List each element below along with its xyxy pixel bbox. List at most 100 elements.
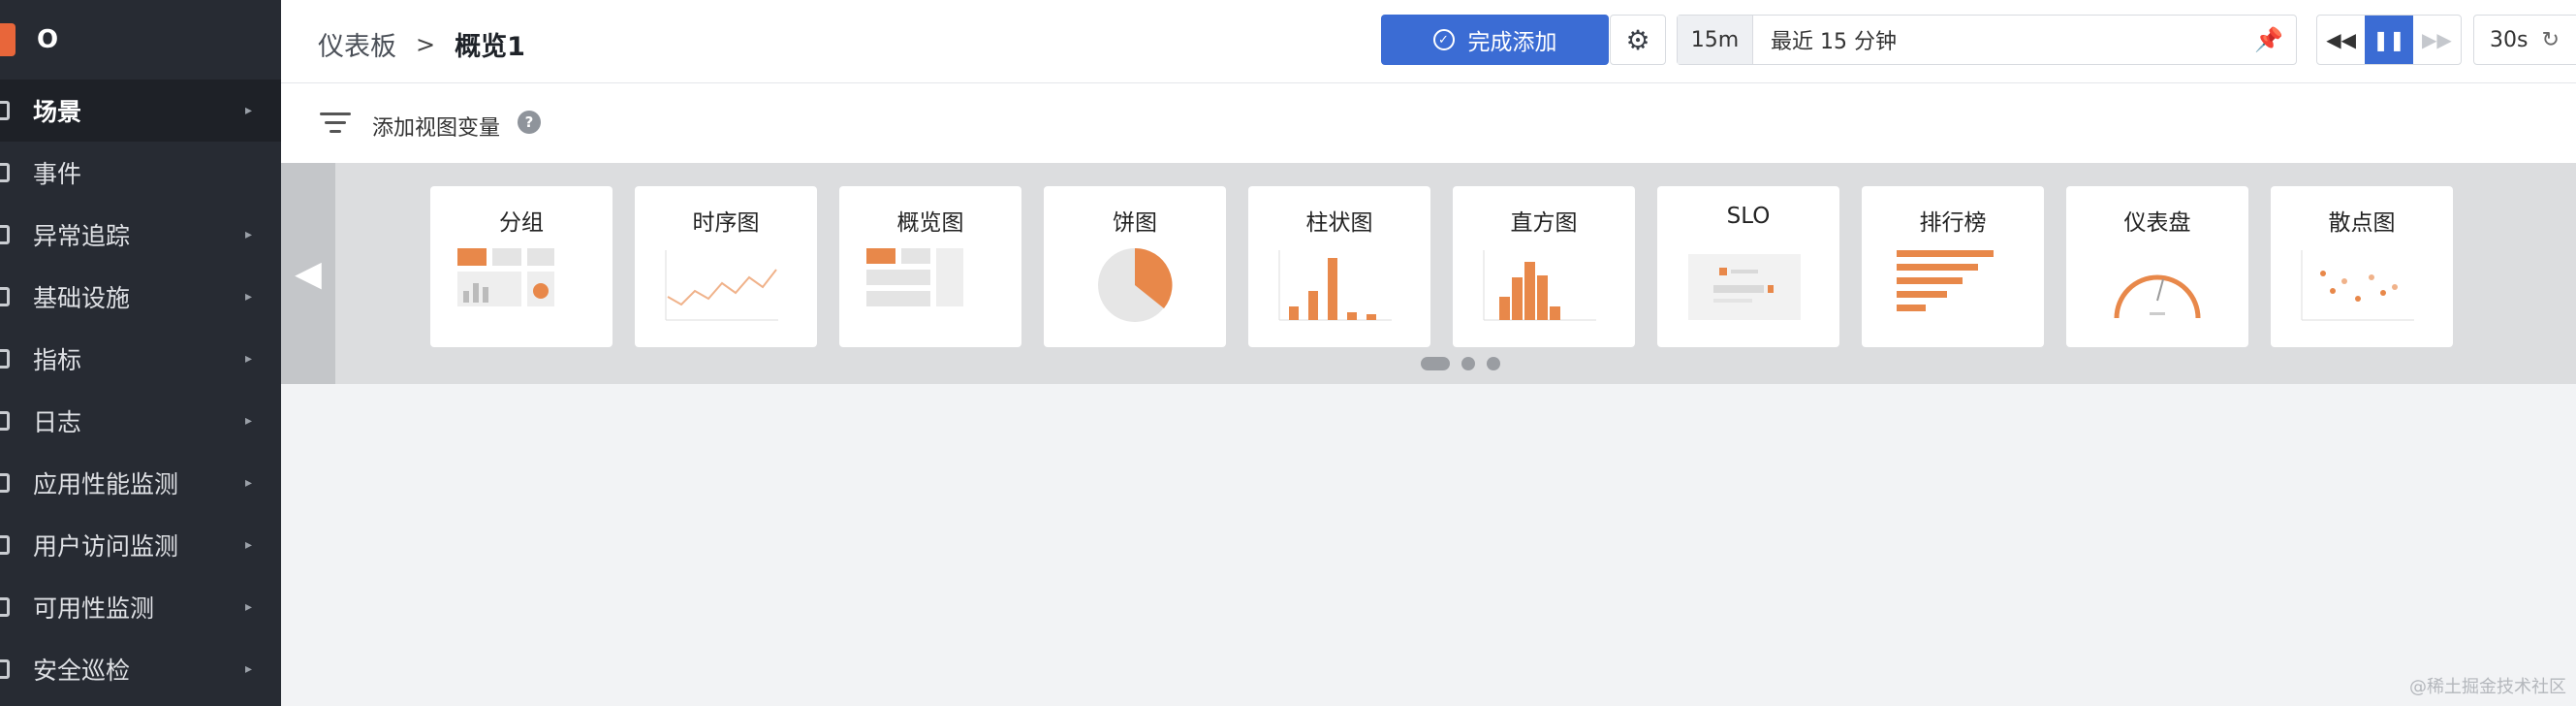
chevron-right-icon: ▸ [244, 599, 252, 615]
sidebar-item-label: 场景 [33, 98, 82, 126]
chart-card-label: 饼图 [1113, 210, 1157, 236]
menu-item-icon [0, 225, 10, 244]
scatter-thumbnail-icon [2301, 250, 2414, 321]
chevron-right-icon: ▸ [244, 537, 252, 553]
check-circle-icon: ✓ [1432, 29, 1455, 50]
time-range-picker[interactable]: 15m 最近 15 分钟 📌 [1677, 15, 2297, 65]
chart-card-overview[interactable]: 概览图 [839, 186, 1021, 347]
chevron-right-icon: ▸ [244, 103, 252, 118]
chart-card-label: 柱状图 [1305, 210, 1373, 236]
histogram-thumbnail-icon [1483, 250, 1596, 321]
menu-item-icon [0, 597, 10, 617]
settings-button[interactable]: ⚙ [1610, 15, 1666, 65]
sidebar-item[interactable]: 可用性监测 ▸ [0, 576, 281, 638]
filter-icon[interactable] [320, 112, 351, 134]
sidebar-item-label: 日志 [33, 408, 82, 436]
refresh-icon[interactable]: ↻ [2541, 28, 2559, 52]
chart-card-gauge[interactable]: 仪表盘 [2066, 186, 2248, 347]
sidebar-item[interactable]: 事件 [0, 142, 281, 204]
help-icon[interactable]: ? [518, 111, 541, 134]
chart-card-label: 散点图 [2328, 210, 2396, 236]
chart-card-histogram[interactable]: 直方图 [1453, 186, 1635, 347]
chart-card-bar[interactable]: 柱状图 [1248, 186, 1430, 347]
refresh-interval-select[interactable]: 30s ↻ [2473, 15, 2576, 65]
chart-type-picker: ◀ 分组 时序图 概览图 饼图 柱状图 直方图 SLO 排行榜 仪表盘 散点图 [281, 163, 2576, 384]
chart-card-label: 时序图 [692, 210, 760, 236]
sidebar-item-label: 事件 [33, 160, 82, 188]
logo-icon [0, 23, 16, 56]
add-view-variable-button[interactable]: 添加视图变量 [372, 111, 500, 142]
menu-item-icon [0, 411, 10, 431]
menu-item-icon [0, 287, 10, 306]
watermark: @稀土掘金技术社区 [2409, 677, 2566, 697]
sidebar-item[interactable]: 日志 ▸ [0, 390, 281, 452]
breadcrumb-dashboard-link[interactable]: 仪表板 [318, 25, 396, 63]
time-range-label[interactable]: 最近 15 分钟 [1753, 24, 2242, 55]
sidebar-item-label: 安全巡检 [33, 657, 131, 685]
breadcrumb-current: 概览1 [455, 32, 525, 62]
page-dot[interactable] [1487, 357, 1500, 370]
done-adding-button[interactable]: ✓ 完成添加 [1381, 15, 1609, 65]
chevron-right-icon: ▸ [244, 351, 252, 367]
sidebar-item[interactable]: 指标 ▸ [0, 328, 281, 390]
previous-page-icon[interactable]: ◀ [281, 163, 335, 384]
sidebar-item[interactable]: 用户访问监测 ▸ [0, 514, 281, 576]
chart-card-label: 排行榜 [1919, 210, 1987, 236]
workspace-header[interactable]: O [0, 0, 281, 80]
menu-item-icon [0, 101, 10, 120]
chart-card-slo[interactable]: SLO [1657, 186, 1839, 347]
menu-item-icon [0, 163, 10, 182]
sidebar-item[interactable]: 安全巡检 ▸ [0, 638, 281, 700]
sidebar-item[interactable]: 基础设施 ▸ [0, 266, 281, 328]
menu-item-icon [0, 535, 10, 555]
sidebar-item-label: 指标 [33, 346, 82, 374]
time-range-short[interactable]: 15m [1678, 16, 1753, 64]
done-adding-label: 完成添加 [1467, 30, 1557, 55]
view-variables-bar: 添加视图变量 ? [281, 83, 2576, 163]
rewind-icon[interactable]: ◀◀ [2317, 16, 2365, 64]
chart-card-label: 直方图 [1510, 210, 1578, 236]
overview-thumbnail-icon [866, 248, 963, 306]
chart-card-timeseries[interactable]: 时序图 [635, 186, 817, 347]
sidebar-item[interactable]: 场景 ▸ [0, 80, 281, 142]
breadcrumb-separator: > [416, 30, 436, 58]
sidebar-item[interactable]: 应用性能监测 ▸ [0, 452, 281, 514]
sidebar-menu: 场景 ▸ 事件 异常追踪 ▸ 基础设施 ▸ 指标 ▸ 日志 ▸ 应用性能监测 ▸ 用户访问监测 ▸ 可用性监测… [0, 80, 281, 700]
pie-thumbnail-icon [1098, 248, 1173, 322]
menu-item-icon [0, 659, 10, 679]
breadcrumb: 仪表板 > 概览1 [318, 25, 525, 63]
top-bar: 仪表板 > 概览1 ✓ 完成添加 ⚙ 15m 最近 15 分钟 📌 ◀◀ ❚❚ … [281, 0, 2576, 83]
sidebar-item[interactable]: 异常追踪 ▸ [0, 204, 281, 266]
app-root: O 场景 ▸ 事件 异常追踪 ▸ 基础设施 ▸ 指标 ▸ 日志 ▸ 应用性能监测 ▸ 用户访问监测 ▸ 可用性… [0, 0, 2576, 706]
sidebar-item-label: 基础设施 [33, 284, 131, 312]
page-dot[interactable] [1461, 357, 1475, 370]
pin-icon[interactable]: 📌 [2242, 26, 2296, 53]
sidebar-item-label: 异常追踪 [33, 222, 131, 250]
playback-controls: ◀◀ ❚❚ ▶▶ [2316, 15, 2462, 65]
chart-card-label: 仪表盘 [2123, 210, 2191, 236]
chevron-right-icon: ▸ [244, 661, 252, 677]
chart-card-pie[interactable]: 饼图 [1044, 186, 1226, 347]
bar-thumbnail-icon [1278, 250, 1392, 321]
pause-icon[interactable]: ❚❚ [2365, 16, 2413, 64]
toplist-thumbnail-icon [1897, 250, 1994, 311]
group-thumbnail-icon [457, 248, 554, 306]
picker-pagination [1421, 357, 1500, 370]
fast-forward-icon[interactable]: ▶▶ [2413, 16, 2461, 64]
chart-card-scatter[interactable]: 散点图 [2271, 186, 2453, 347]
menu-item-icon [0, 349, 10, 369]
slo-thumbnail-icon [1688, 254, 1801, 320]
workspace-name: O [37, 25, 59, 54]
chart-card-label: 概览图 [896, 210, 964, 236]
sidebar-item-label: 可用性监测 [33, 594, 155, 623]
chart-card-label: SLO [1726, 204, 1771, 229]
gear-icon: ⚙ [1625, 23, 1650, 56]
timeseries-thumbnail-icon [665, 250, 778, 321]
chart-card-toplist[interactable]: 排行榜 [1862, 186, 2044, 347]
page-dot-active[interactable] [1421, 357, 1450, 370]
menu-item-icon [0, 473, 10, 493]
chevron-right-icon: ▸ [244, 289, 252, 305]
chart-card-group[interactable]: 分组 [430, 186, 613, 347]
sidebar-item-label: 应用性能监测 [33, 470, 179, 498]
sidebar: O 场景 ▸ 事件 异常追踪 ▸ 基础设施 ▸ 指标 ▸ 日志 ▸ 应用性能监测 ▸ 用户访问监测 ▸ 可用性… [0, 0, 281, 706]
